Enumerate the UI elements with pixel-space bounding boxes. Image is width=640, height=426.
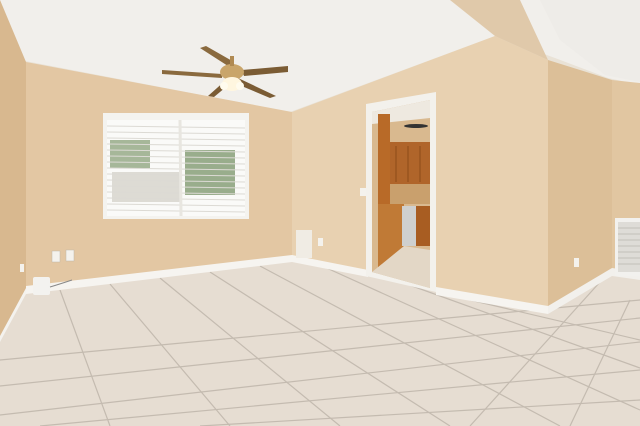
kitchen-cabinets — [384, 142, 430, 184]
air-vent-icon — [615, 218, 640, 276]
room-illustration — [0, 0, 640, 426]
outlet-icon — [51, 250, 61, 263]
window-blinds — [103, 113, 249, 219]
floor-box — [33, 277, 50, 295]
wall-panel — [296, 230, 312, 258]
right-wall — [548, 60, 612, 310]
doorway — [366, 92, 436, 292]
empty-room-photo — [0, 0, 640, 426]
